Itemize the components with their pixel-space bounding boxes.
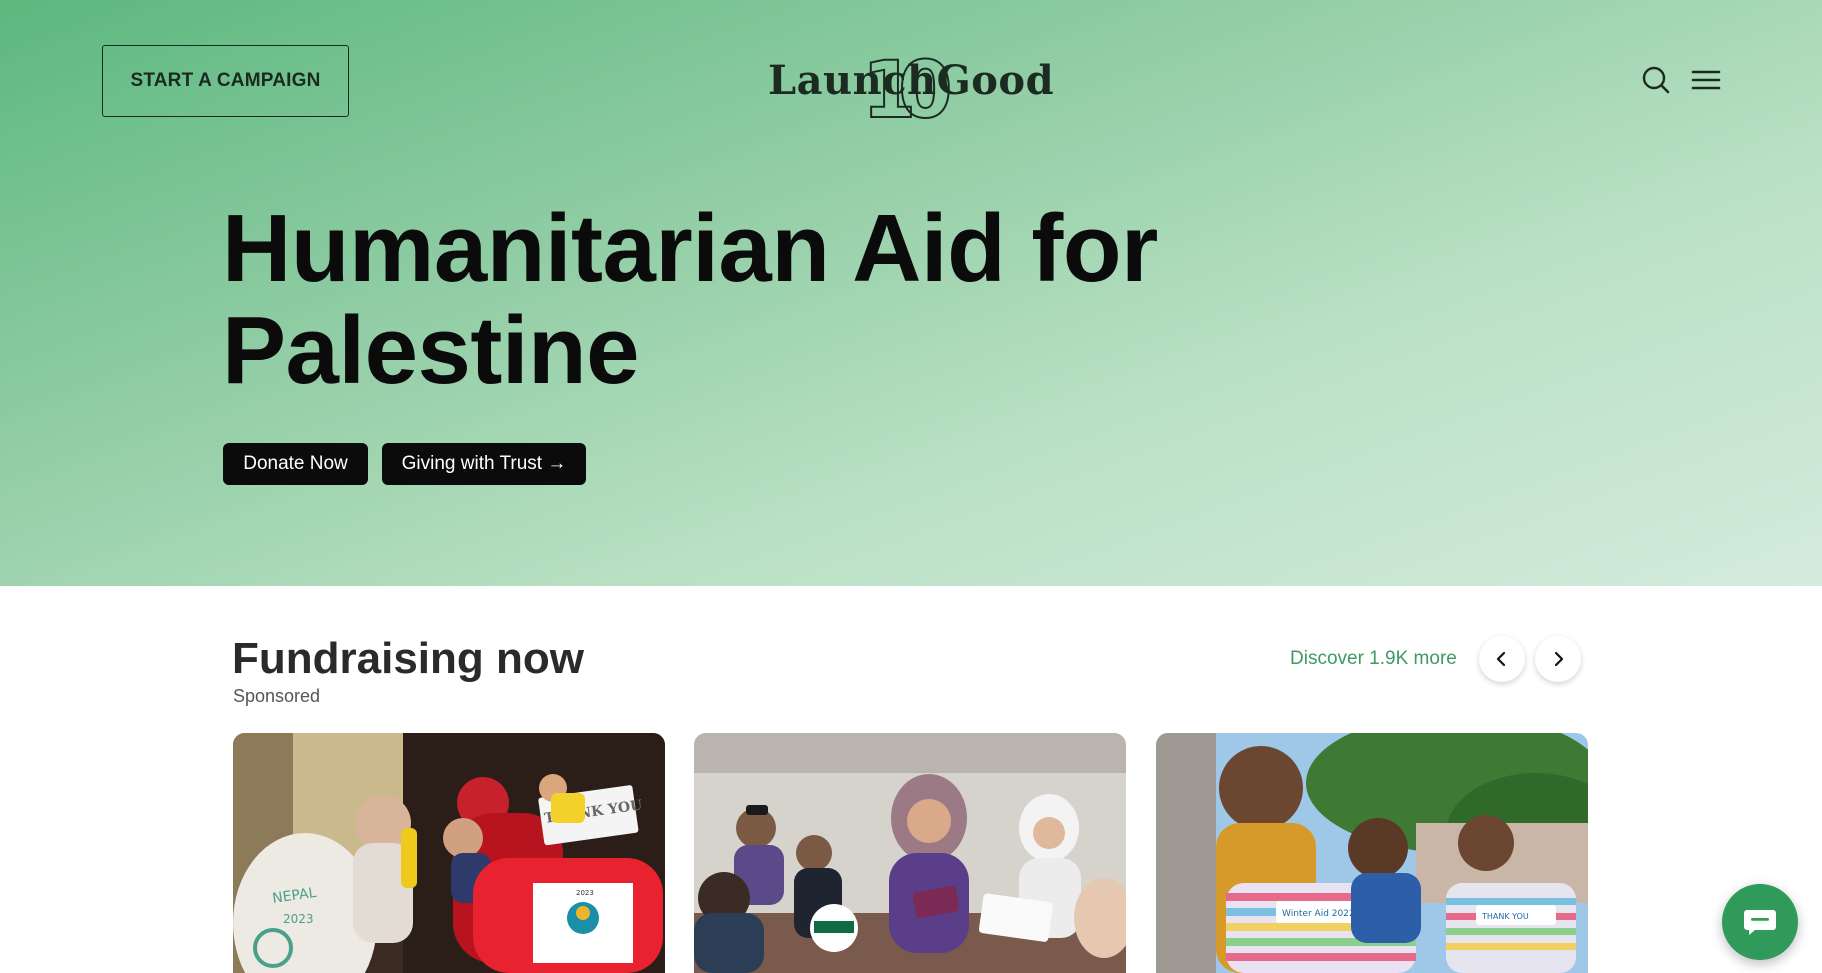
donate-now-button[interactable]: Donate Now (223, 443, 368, 485)
campaign-photo: NEPAL 2023 THANK YOU 2023 (233, 733, 665, 973)
campaign-card[interactable]: NEPAL 2023 THANK YOU 2023 (233, 733, 665, 973)
discover-more-link[interactable]: Discover 1.9K more (1290, 648, 1457, 670)
logo-text: LaunchGood (767, 56, 1055, 104)
card-thank-you-tag: THANK YOU (1481, 912, 1529, 921)
hero-banner: START A CAMPAIGN 10 LaunchGood Humanitar… (0, 0, 1822, 586)
giving-with-trust-button[interactable]: Giving with Trust → (382, 443, 586, 485)
card-winter-aid-text: Winter Aid 2022 (1282, 909, 1355, 919)
hero-title-line2: Palestine (222, 297, 640, 404)
campaign-card[interactable]: Winter Aid 2022 THANK YOU (1156, 733, 1588, 973)
svg-text:2023: 2023 (283, 912, 314, 926)
campaign-photo (694, 733, 1126, 973)
hero-title-line1: Humanitarian Aid for (222, 195, 1158, 302)
carousel-prev-button[interactable] (1479, 636, 1525, 682)
start-campaign-button[interactable]: START A CAMPAIGN (102, 45, 349, 117)
section-title: Fundraising now (232, 634, 584, 683)
campaign-photo: Winter Aid 2022 THANK YOU (1156, 733, 1588, 973)
card-bag-year: 2023 (576, 889, 594, 897)
chat-bubble-icon (1744, 910, 1776, 935)
campaign-card[interactable] (694, 733, 1126, 973)
hero-title: Humanitarian Aid for Palestine (222, 198, 1322, 402)
hamburger-menu-icon[interactable] (1688, 62, 1724, 98)
chevron-right-icon (1554, 651, 1564, 667)
search-icon[interactable] (1638, 62, 1674, 98)
launchgood-logo[interactable]: 10 LaunchGood (768, 44, 1054, 137)
sponsored-label: Sponsored (233, 686, 321, 706)
chevron-left-icon (1496, 651, 1506, 667)
carousel-next-button[interactable] (1535, 636, 1581, 682)
chat-support-button[interactable] (1722, 884, 1798, 960)
